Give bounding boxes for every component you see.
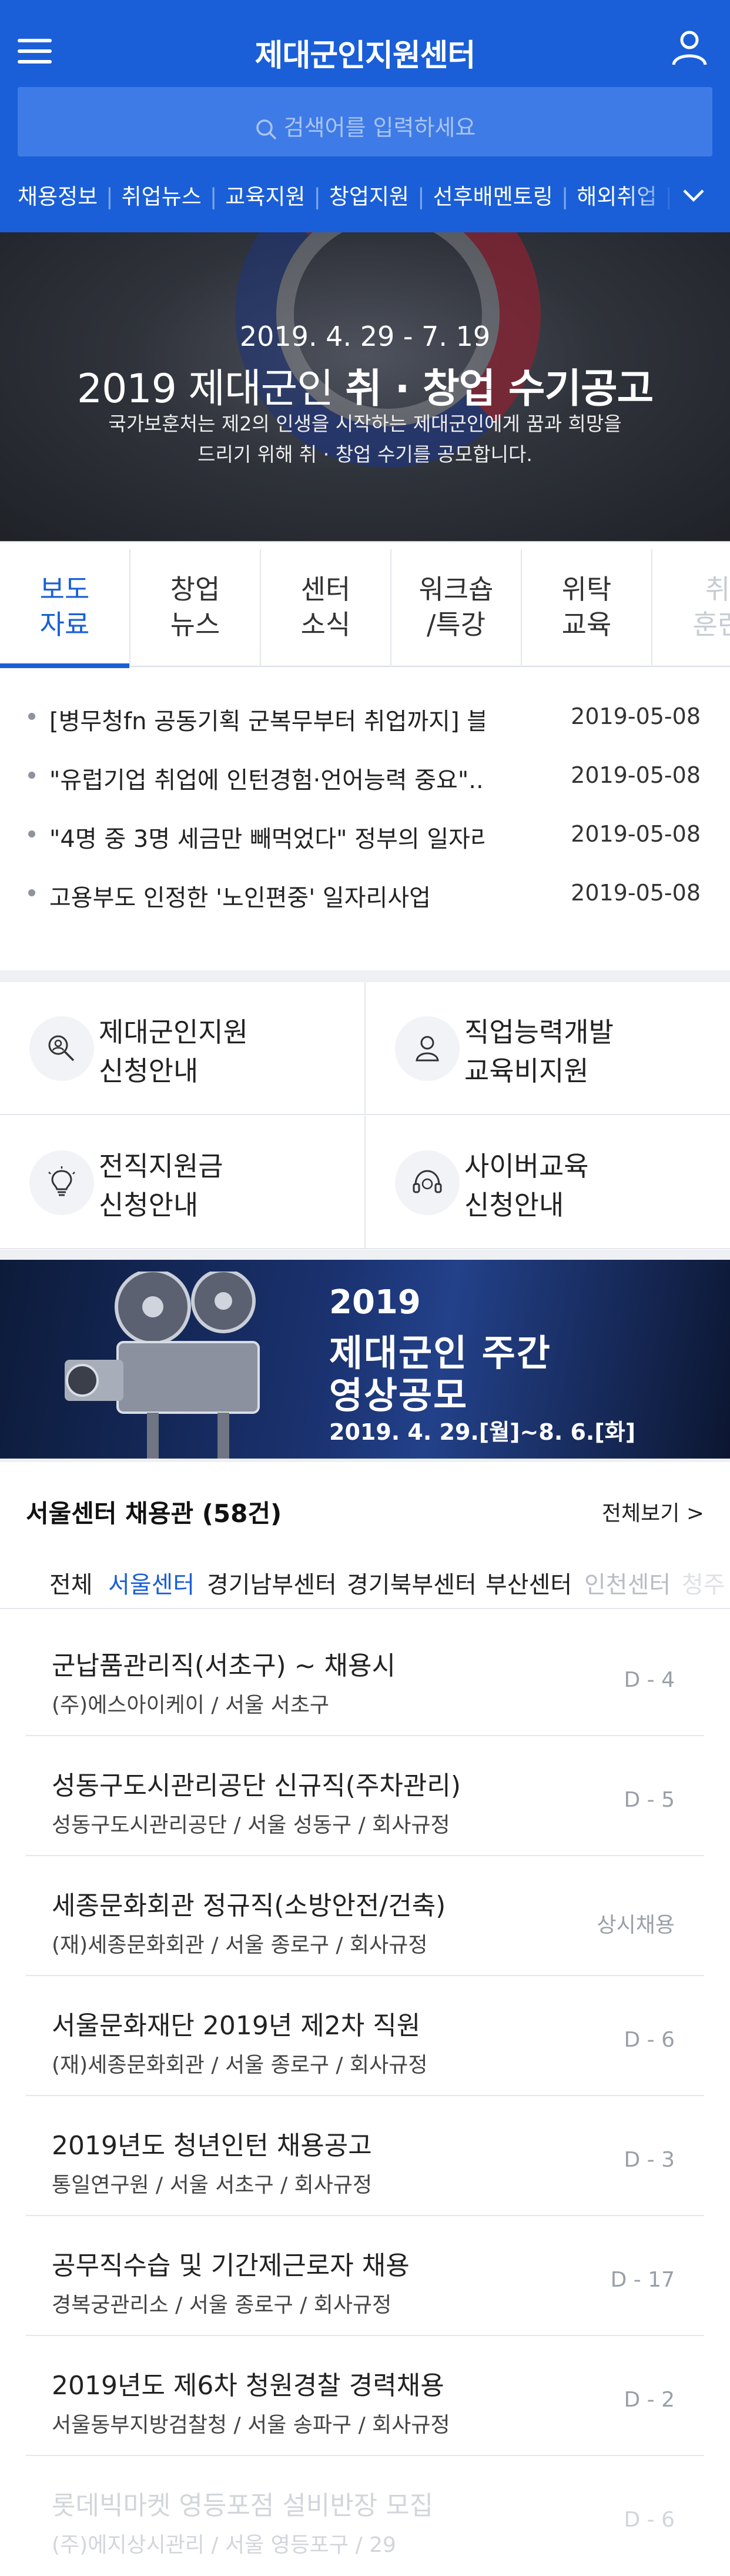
user-icon[interactable] (670, 28, 709, 67)
category-nav: 채용정보|취업뉴스|교육지원|창업지원|선후배멘토링|해외취업|직업 (0, 171, 730, 218)
region-tab-busan[interactable]: 부산센터 (485, 1566, 572, 1600)
quick-link-tuition-support[interactable]: 직업능력개발 교육비지원 (364, 982, 730, 1115)
banner-description: 국가보훈처는 제2의 인생을 시작하는 제대군인에게 꿈과 희망을 드리기 위해… (108, 412, 622, 466)
region-tab-incheon[interactable]: 인천센터 (584, 1566, 671, 1600)
news-item[interactable]: "4명 중 3명 세금만 빼먹었다" 정부의 일자리... 2019-05-08 (0, 814, 730, 873)
tab-startup-news[interactable]: 창업 뉴스 (130, 549, 261, 667)
search-icon (256, 119, 276, 139)
tab-workshop[interactable]: 워크숍/특강 (391, 549, 522, 667)
job-item[interactable]: 서울문화재단 2019년 제2차 직원 (재)세종문화회관 / 서울 종로구 / … (26, 1976, 704, 2096)
category-startup[interactable]: 창업지원 (329, 184, 409, 209)
category-job-news[interactable]: 취업뉴스 (122, 184, 202, 209)
promo-date: 2019. 4. 29.[월]~8. 6.[화] (329, 1419, 636, 1445)
banner-title: 2019 제대군인 취 · 창업 수기공고 (76, 366, 654, 412)
quick-links: 제대군인지원 신청안내 직업능력개발 교육비지원 전직지원금 신청안내 사이버교육 신청… (0, 982, 730, 1250)
quick-link-transition-grant[interactable]: 전직지원금 신청안내 (0, 1116, 364, 1249)
news-list: [병무청fn 공동기획 군복무부터 취업까지] 블... 2019-05-08 "… (0, 696, 730, 932)
region-tab-cheongju[interactable]: 청주 (682, 1566, 725, 1600)
news-section: 보도자료 창업뉴스 센터소식 워크숍/특강 위탁교육 취훈련 [병무청fn 공동… (0, 541, 730, 970)
news-item[interactable]: "유럽기업 취업에 인턴경험·언어능력 중요"... 2019-05-08 (0, 755, 730, 814)
job-item[interactable]: 롯데빅마켓 영등포점 설비반장 모집 (주)에지상시관리 / 서울 영등포구 / … (26, 2456, 704, 2576)
projector-illustration (65, 1272, 260, 1459)
category-recruit[interactable]: 채용정보 (18, 184, 98, 209)
jobs-section: 서울센터 채용관 (58건) 전체보기 > 전체 서울센터 경기남부센터 경기북… (0, 1462, 730, 2576)
tab-press[interactable]: 보도 자료 (0, 549, 130, 668)
app-header: 제대군인지원센터 검색어를 입력하세요 채용정보 | 취업뉴스 | 교육지원 | 창업지원 |… (0, 0, 730, 232)
tab-training[interactable]: 취훈련 (652, 549, 730, 667)
banner-date: 2019. 4. 29 - 7. 19 (239, 321, 491, 352)
main-banner[interactable]: 2019. 4. 29 - 7. 19 2019 제대군인 취 · 창업 수기공… (0, 232, 730, 541)
chevron-down-icon[interactable] (681, 182, 706, 208)
job-item[interactable]: 공무직수습 및 기간제근로자 채용 경복궁관리소 / 서울 종로구 / 회사규정 D… (26, 2216, 704, 2336)
job-item[interactable]: 성동구도시관리공단 신규직(주차관리) 성동구도시관리공단 / 서울 성동구 / … (26, 1736, 704, 1856)
jobs-heading: 서울센터 채용관 (58건) (26, 1499, 282, 1528)
news-item[interactable]: [병무청fn 공동기획 군복무부터 취업까지] 블... 2019-05-08 (0, 696, 730, 755)
search-input[interactable]: 검색어를 입력하세요 (18, 87, 712, 156)
quick-link-cyber-education[interactable]: 사이버교육 신청안내 (364, 1116, 730, 1249)
search-placeholder: 검색어를 입력하세요 (283, 115, 476, 141)
region-tab-gyeonggi-north[interactable]: 경기북부센터 (347, 1566, 477, 1600)
category-mentoring[interactable]: 선후배멘토링 (433, 184, 553, 209)
headset-icon (413, 1170, 442, 1193)
news-tabs: 보도자료 창업뉴스 센터소식 워크숍/특강 위탁교육 취훈련 (0, 549, 730, 668)
job-item[interactable]: 2019년도 제6차 청원경찰 경력채용 서울동부지방검찰청 / 서울 송파구 /… (26, 2336, 704, 2456)
job-item[interactable]: 세종문화회관 정규직(소방안전/건축) (재)세종문화회관 / 서울 종로구 / … (26, 1856, 704, 1976)
region-tab-seoul[interactable]: 서울센터 (108, 1566, 195, 1600)
lightbulb-icon (48, 1166, 75, 1196)
promo-year: 2019 (329, 1283, 421, 1322)
region-tabs: 전체 서울센터 경기남부센터 경기북부센터 부산센터 인천센터 청주 (0, 1556, 730, 1609)
category-education[interactable]: 교육지원 (225, 184, 305, 209)
search-person-icon (48, 1035, 75, 1062)
view-all-link[interactable]: 전체보기 > (602, 1496, 704, 1527)
promo-banner[interactable]: 2019 제대군인 주간 영상공모 2019. 4. 29.[월]~8. 6.[… (0, 1260, 730, 1459)
job-item[interactable]: 2019년도 청년인턴 채용공고 통일연구원 / 서울 서초구 / 회사규정 D -… (26, 2096, 704, 2216)
top-bar: 제대군인지원센터 (0, 0, 730, 87)
tab-center-news[interactable]: 센터 소식 (261, 549, 391, 667)
region-tab-gyeonggi-south[interactable]: 경기남부센터 (207, 1566, 337, 1600)
quick-link-veteran-support[interactable]: 제대군인지원 신청안내 (0, 982, 364, 1115)
region-tab-all[interactable]: 전체 (49, 1566, 93, 1600)
person-icon (416, 1036, 439, 1062)
job-item[interactable]: 군납품관리직(서초구) ~ 채용시 (주)에스아이케이 / 서울 서초구 D - 4 (26, 1616, 704, 1736)
tab-education[interactable]: 위탁 교육 (522, 549, 652, 667)
app-title[interactable]: 제대군인지원센터 (0, 31, 730, 75)
promo-title-line2: 영상공모 (329, 1374, 468, 1417)
news-item[interactable]: 고용부도 인정한 '노인편중' 일자리사업 2019-05-08 (0, 873, 730, 932)
